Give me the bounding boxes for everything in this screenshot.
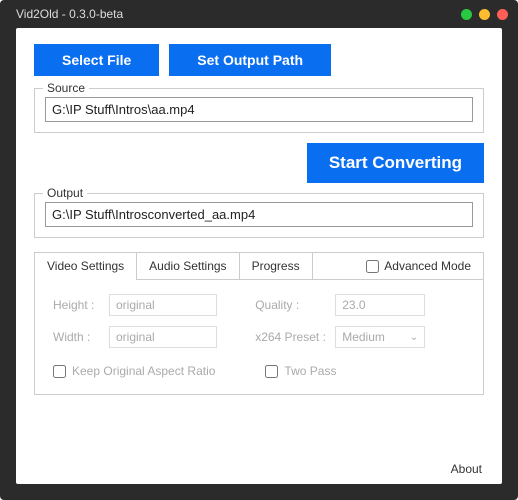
chevron-down-icon: ⌄	[410, 332, 418, 343]
two-pass-toggle[interactable]: Two Pass	[265, 364, 336, 378]
content-area: Select File Set Output Path Source Start…	[16, 28, 502, 484]
preset-label: x264 Preset :	[255, 330, 335, 344]
tab-progress[interactable]: Progress	[240, 253, 313, 279]
set-output-path-button[interactable]: Set Output Path	[169, 44, 331, 76]
video-settings-body: Height : Width : Quality : x264 Preset :	[35, 280, 483, 394]
keep-aspect-ratio-toggle[interactable]: Keep Original Aspect Ratio	[53, 364, 215, 378]
height-label: Height :	[53, 298, 109, 312]
window-title: Vid2Old - 0.3.0-beta	[10, 7, 123, 21]
height-input[interactable]	[109, 294, 217, 316]
settings-panel: Video Settings Audio Settings Progress A…	[34, 252, 484, 395]
select-file-button[interactable]: Select File	[34, 44, 159, 76]
source-group: Source	[34, 88, 484, 133]
tab-audio-settings[interactable]: Audio Settings	[137, 253, 239, 279]
source-input[interactable]	[45, 97, 473, 122]
advanced-mode-label: Advanced Mode	[384, 259, 471, 273]
quality-label: Quality :	[255, 298, 335, 312]
maximize-icon[interactable]	[479, 9, 490, 20]
output-input[interactable]	[45, 202, 473, 227]
keep-aspect-ratio-checkbox[interactable]	[53, 365, 66, 378]
close-icon[interactable]	[497, 9, 508, 20]
advanced-mode-toggle[interactable]: Advanced Mode	[366, 259, 483, 273]
about-link[interactable]: About	[451, 462, 482, 476]
tab-video-settings[interactable]: Video Settings	[35, 253, 137, 279]
advanced-mode-checkbox[interactable]	[366, 260, 379, 273]
output-group: Output	[34, 193, 484, 238]
window-controls	[461, 9, 508, 20]
start-converting-button[interactable]: Start Converting	[307, 143, 484, 183]
minimize-icon[interactable]	[461, 9, 472, 20]
preset-value: Medium	[342, 330, 385, 344]
app-window: Vid2Old - 0.3.0-beta Select File Set Out…	[0, 0, 518, 500]
preset-select[interactable]: Medium ⌄	[335, 326, 425, 348]
titlebar: Vid2Old - 0.3.0-beta	[0, 0, 518, 28]
width-label: Width :	[53, 330, 109, 344]
quality-input[interactable]	[335, 294, 425, 316]
two-pass-label: Two Pass	[284, 364, 336, 378]
output-label: Output	[43, 186, 87, 200]
keep-aspect-ratio-label: Keep Original Aspect Ratio	[72, 364, 215, 378]
two-pass-checkbox[interactable]	[265, 365, 278, 378]
width-input[interactable]	[109, 326, 217, 348]
top-button-row: Select File Set Output Path	[34, 44, 484, 76]
tabs-row: Video Settings Audio Settings Progress A…	[35, 253, 483, 280]
source-label: Source	[43, 81, 89, 95]
